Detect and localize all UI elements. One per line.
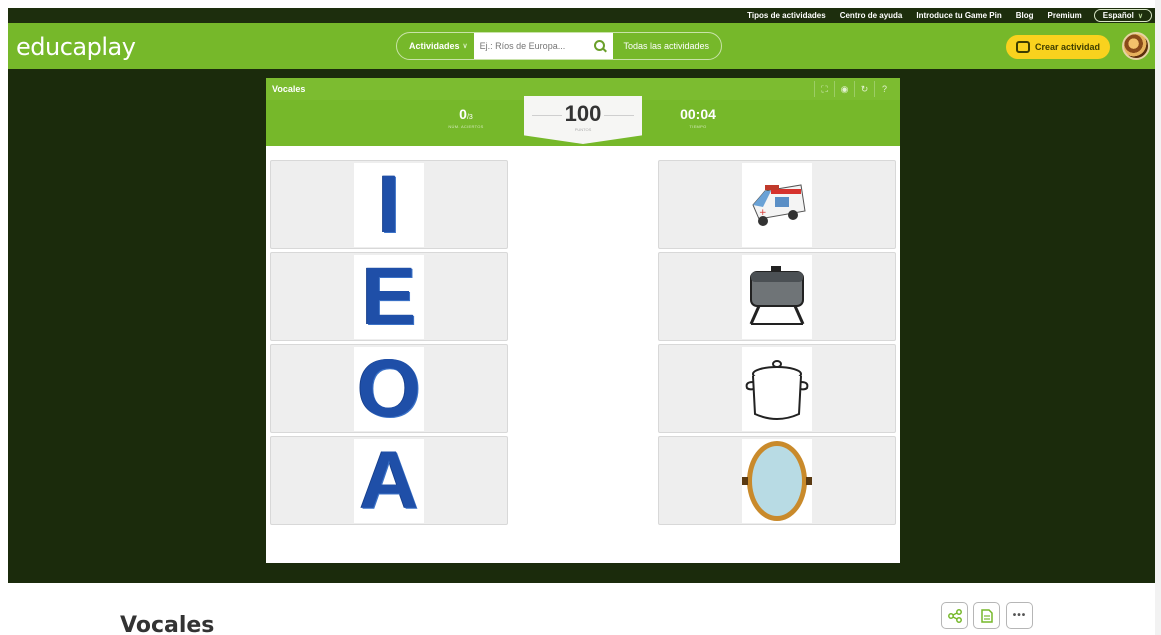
top-link-activity-types[interactable]: Tipos de actividades — [747, 11, 826, 20]
create-activity-button[interactable]: Crear actividad — [1006, 35, 1110, 59]
language-label: Español — [1102, 11, 1134, 20]
puzzle-icon — [1015, 41, 1030, 53]
more-icon: ••• — [1012, 610, 1027, 621]
picture-card-ambulance[interactable]: + — [658, 160, 896, 249]
timer-label: TIEMPO — [689, 124, 707, 129]
share-button[interactable] — [941, 602, 968, 629]
avatar[interactable] — [1122, 32, 1150, 60]
all-activities-link[interactable]: Todas las actividades — [613, 41, 721, 51]
search-bar: Actividades ∨ Todas las actividades — [396, 32, 722, 60]
letter-card-a[interactable]: A — [270, 436, 508, 525]
hits-counter: 0/3 NÚM. ACIERTOS — [426, 106, 506, 129]
letter-card-i[interactable]: I — [270, 160, 508, 249]
search-icon[interactable] — [593, 39, 607, 53]
points-label: PUNTOS — [574, 127, 592, 132]
letter-image: E — [354, 255, 424, 339]
page-title: Vocales — [120, 613, 215, 635]
ambulance-image: + — [742, 163, 812, 247]
fullscreen-icon[interactable]: ⛶ — [814, 81, 834, 97]
top-link-help-center[interactable]: Centro de ayuda — [840, 11, 903, 20]
letter-image: O — [354, 347, 424, 431]
letter-i: I — [377, 163, 401, 247]
game-title: Vocales — [272, 84, 306, 94]
scrollbar[interactable] — [1155, 0, 1161, 635]
share-icon — [947, 608, 962, 623]
hits-value: 0 — [459, 106, 467, 122]
chevron-down-icon: ∨ — [462, 43, 468, 50]
header: educaplay Actividades ∨ Todas las activi… — [8, 23, 1158, 69]
search-box — [473, 33, 614, 59]
picture-card-grill[interactable] — [658, 252, 896, 341]
chevron-down-icon: ∨ — [1137, 12, 1143, 20]
letter-image: I — [354, 163, 424, 247]
document-icon — [980, 608, 993, 623]
pot-image — [742, 347, 812, 431]
activities-label: Actividades — [409, 41, 460, 51]
picture-card-pot[interactable] — [658, 344, 896, 433]
divider — [604, 115, 634, 116]
letter-image: A — [354, 439, 424, 523]
logo[interactable]: educaplay — [16, 33, 136, 61]
top-bar: Tipos de actividades Centro de ayuda Int… — [8, 8, 1158, 23]
timer-value: 00:04 — [680, 106, 716, 122]
letter-o: O — [357, 347, 421, 431]
game-panel: Vocales ⛶ ◉ ↻ ? 0/3 NÚM. ACIERTOS 100 PU… — [266, 78, 900, 563]
grill-image — [742, 255, 812, 339]
timer: 00:04 TIEMPO — [658, 106, 738, 129]
sound-icon[interactable]: ◉ — [834, 81, 854, 97]
divider — [532, 115, 562, 116]
hits-total: /3 — [466, 114, 473, 121]
language-selector[interactable]: Español ∨ — [1093, 9, 1152, 22]
top-link-premium[interactable]: Premium — [1048, 11, 1082, 20]
picture-card-mirror[interactable] — [658, 436, 896, 525]
more-button[interactable]: ••• — [1006, 602, 1033, 629]
letter-e: E — [361, 255, 417, 339]
hits-label: NÚM. ACIERTOS — [448, 124, 484, 129]
game-toolbar: ⛶ ◉ ↻ ? — [814, 81, 894, 97]
top-link-game-pin[interactable]: Introduce tu Game Pin — [916, 11, 1001, 20]
create-activity-label: Crear actividad — [1034, 42, 1101, 52]
points-display: 100 PUNTOS — [524, 96, 642, 144]
top-link-blog[interactable]: Blog — [1016, 11, 1034, 20]
points-value: 100 — [564, 101, 602, 126]
restart-icon[interactable]: ↻ — [854, 81, 874, 97]
document-button[interactable] — [973, 602, 1000, 629]
score-bar: 0/3 NÚM. ACIERTOS 100 PUNTOS 00:04 TIEMP… — [266, 96, 900, 146]
help-icon[interactable]: ? — [874, 81, 894, 97]
letter-card-e[interactable]: E — [270, 252, 508, 341]
search-input[interactable] — [479, 41, 590, 51]
activities-dropdown[interactable]: Actividades ∨ — [397, 33, 474, 59]
mirror-image — [742, 439, 812, 523]
letter-card-o[interactable]: O — [270, 344, 508, 433]
letter-a: A — [359, 439, 419, 523]
